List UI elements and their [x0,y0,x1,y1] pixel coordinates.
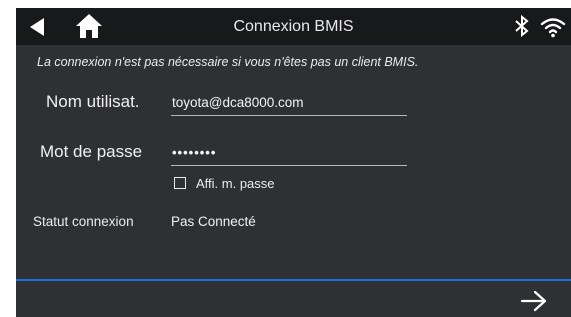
connection-status-label: Statut connexion [33,214,134,229]
footer-divider [16,279,571,281]
connection-status-value: Pas Connecté [171,214,256,229]
show-password-label: Affi. m. passe [196,176,275,191]
home-icon [76,14,102,38]
home-button[interactable] [75,13,103,39]
bluetooth-status [514,14,530,38]
bluetooth-icon [515,14,529,38]
header-bar: Connexion BMIS [16,8,571,45]
next-button[interactable] [519,289,549,313]
password-label: Mot de passe [40,142,143,161]
username-label: Nom utilisat. [46,92,140,111]
device-screen: Connexion BMIS La connexion n'est pas né… [16,8,571,317]
show-password-checkbox[interactable] [174,177,186,189]
back-button[interactable] [27,16,49,38]
username-field[interactable]: toyota@dca8000.com [171,92,407,116]
wifi-status [540,16,566,38]
arrow-right-icon [520,290,547,312]
wifi-icon [540,18,566,38]
password-field[interactable]: •••••••• [171,142,407,166]
back-arrow-icon [30,18,44,36]
login-notice: La connexion n'est pas nécessaire si vou… [37,55,419,69]
